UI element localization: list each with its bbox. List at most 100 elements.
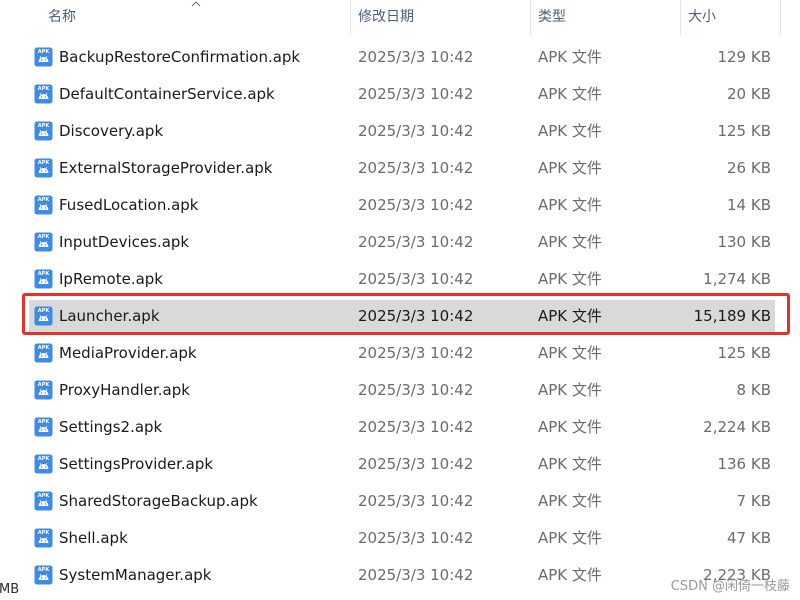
file-name: BackupRestoreConfirmation.apk bbox=[59, 48, 301, 66]
file-row[interactable]: APK Settings2.apk 2025/3/3 10:42 APK 文件 … bbox=[0, 409, 800, 446]
file-size: 125 KB bbox=[717, 344, 771, 362]
file-modified-date: 2025/3/3 10:42 bbox=[358, 381, 474, 399]
svg-text:APK: APK bbox=[38, 123, 51, 129]
status-bar-fragment: MB bbox=[0, 582, 20, 597]
file-type: APK 文件 bbox=[538, 344, 602, 362]
sort-ascending-chevron-icon[interactable] bbox=[190, 0, 202, 8]
file-modified-date: 2025/3/3 10:42 bbox=[358, 85, 474, 103]
file-name: Shell.apk bbox=[59, 529, 128, 547]
file-modified-date: 2025/3/3 10:42 bbox=[358, 159, 474, 177]
android-apk-icon: APK bbox=[34, 491, 53, 511]
android-apk-icon: APK bbox=[34, 454, 53, 474]
file-type: APK 文件 bbox=[538, 381, 602, 399]
file-name: Discovery.apk bbox=[59, 122, 164, 140]
file-row[interactable]: APK DefaultContainerService.apk 2025/3/3… bbox=[0, 76, 800, 113]
file-name: IpRemote.apk bbox=[59, 270, 163, 288]
android-apk-icon: APK bbox=[34, 306, 53, 326]
android-apk-icon: APK bbox=[34, 417, 53, 437]
watermark: CSDN @闲倚一枝藤 bbox=[670, 579, 790, 594]
file-size: 14 KB bbox=[727, 196, 771, 214]
svg-text:APK: APK bbox=[38, 345, 51, 351]
file-type: APK 文件 bbox=[538, 122, 602, 140]
file-row[interactable]: APK ExternalStorageProvider.apk 2025/3/3… bbox=[0, 150, 800, 187]
file-row-selected[interactable]: APK Launcher.apk 2025/3/3 10:42 APK 文件 1… bbox=[0, 298, 800, 335]
file-row[interactable]: APK IpRemote.apk 2025/3/3 10:42 APK 文件 1… bbox=[0, 261, 800, 298]
file-name: SharedStorageBackup.apk bbox=[59, 492, 258, 510]
svg-text:APK: APK bbox=[38, 197, 51, 203]
file-type: APK 文件 bbox=[538, 233, 602, 251]
file-row[interactable]: APK Shell.apk 2025/3/3 10:42 APK 文件 47 K… bbox=[0, 520, 800, 557]
android-apk-icon: APK bbox=[34, 269, 53, 289]
svg-text:APK: APK bbox=[38, 567, 51, 573]
svg-text:APK: APK bbox=[38, 419, 51, 425]
file-size: 129 KB bbox=[717, 48, 771, 66]
column-header-type-label: 类型 bbox=[538, 9, 566, 25]
file-type: APK 文件 bbox=[538, 529, 602, 547]
column-header-date-label: 修改日期 bbox=[358, 9, 414, 25]
file-name: InputDevices.apk bbox=[59, 233, 190, 251]
column-divider[interactable] bbox=[780, 0, 781, 35]
file-modified-date: 2025/3/3 10:42 bbox=[358, 529, 474, 547]
file-modified-date: 2025/3/3 10:42 bbox=[358, 566, 474, 584]
column-header-size[interactable]: 大小 bbox=[680, 0, 780, 35]
android-apk-icon: APK bbox=[34, 528, 53, 548]
file-row[interactable]: APK BackupRestoreConfirmation.apk 2025/3… bbox=[0, 39, 800, 76]
file-name: Launcher.apk bbox=[59, 307, 160, 325]
android-apk-icon: APK bbox=[34, 47, 53, 67]
file-type: APK 文件 bbox=[538, 48, 602, 66]
file-name: FusedLocation.apk bbox=[59, 196, 199, 214]
file-modified-date: 2025/3/3 10:42 bbox=[358, 418, 474, 436]
file-modified-date: 2025/3/3 10:42 bbox=[358, 492, 474, 510]
file-modified-date: 2025/3/3 10:42 bbox=[358, 455, 474, 473]
android-apk-icon: APK bbox=[34, 195, 53, 215]
android-apk-icon: APK bbox=[34, 232, 53, 252]
file-type: APK 文件 bbox=[538, 85, 602, 103]
file-size: 47 KB bbox=[727, 529, 771, 547]
file-name: SettingsProvider.apk bbox=[59, 455, 214, 473]
svg-text:APK: APK bbox=[38, 456, 51, 462]
android-apk-icon: APK bbox=[34, 84, 53, 104]
column-header-name-label: 名称 bbox=[48, 9, 76, 25]
file-row[interactable]: APK SharedStorageBackup.apk 2025/3/3 10:… bbox=[0, 483, 800, 520]
column-header-date[interactable]: 修改日期 bbox=[350, 0, 530, 35]
file-modified-date: 2025/3/3 10:42 bbox=[358, 233, 474, 251]
svg-text:APK: APK bbox=[38, 530, 51, 536]
svg-text:APK: APK bbox=[38, 271, 51, 277]
column-header-type[interactable]: 类型 bbox=[530, 0, 680, 35]
svg-text:APK: APK bbox=[38, 49, 51, 55]
svg-text:APK: APK bbox=[38, 493, 51, 499]
file-explorer-window: 名称 修改日期 类型 大小 APK BackupRestoreConfirmat… bbox=[0, 0, 800, 600]
file-size: 136 KB bbox=[717, 455, 771, 473]
file-row[interactable]: APK ProxyHandler.apk 2025/3/3 10:42 APK … bbox=[0, 372, 800, 409]
android-apk-icon: APK bbox=[34, 158, 53, 178]
file-size: 8 KB bbox=[736, 381, 771, 399]
file-size: 125 KB bbox=[717, 122, 771, 140]
file-type: APK 文件 bbox=[538, 307, 602, 325]
file-size: 15,189 KB bbox=[693, 307, 771, 325]
file-row[interactable]: APK FusedLocation.apk 2025/3/3 10:42 APK… bbox=[0, 187, 800, 224]
file-name: ExternalStorageProvider.apk bbox=[59, 159, 273, 177]
svg-text:APK: APK bbox=[38, 234, 51, 240]
file-type: APK 文件 bbox=[538, 196, 602, 214]
file-name: SystemManager.apk bbox=[59, 566, 212, 584]
column-header-size-label: 大小 bbox=[688, 9, 716, 25]
file-size: 1,274 KB bbox=[703, 270, 771, 288]
svg-text:APK: APK bbox=[38, 86, 51, 92]
file-size: 130 KB bbox=[717, 233, 771, 251]
file-size: 7 KB bbox=[736, 492, 771, 510]
file-modified-date: 2025/3/3 10:42 bbox=[358, 196, 474, 214]
file-size: 2,224 KB bbox=[703, 418, 771, 436]
file-type: APK 文件 bbox=[538, 455, 602, 473]
file-name: MediaProvider.apk bbox=[59, 344, 197, 362]
file-row[interactable]: APK MediaProvider.apk 2025/3/3 10:42 APK… bbox=[0, 335, 800, 372]
svg-text:APK: APK bbox=[38, 382, 51, 388]
file-type: APK 文件 bbox=[538, 159, 602, 177]
file-modified-date: 2025/3/3 10:42 bbox=[358, 48, 474, 66]
android-apk-icon: APK bbox=[34, 121, 53, 141]
file-row[interactable]: APK SettingsProvider.apk 2025/3/3 10:42 … bbox=[0, 446, 800, 483]
file-list: APK BackupRestoreConfirmation.apk 2025/3… bbox=[0, 39, 800, 594]
file-name: Settings2.apk bbox=[59, 418, 163, 436]
file-row[interactable]: APK InputDevices.apk 2025/3/3 10:42 APK … bbox=[0, 224, 800, 261]
column-header-bar: 名称 修改日期 类型 大小 bbox=[0, 0, 800, 35]
file-row[interactable]: APK Discovery.apk 2025/3/3 10:42 APK 文件 … bbox=[0, 113, 800, 150]
